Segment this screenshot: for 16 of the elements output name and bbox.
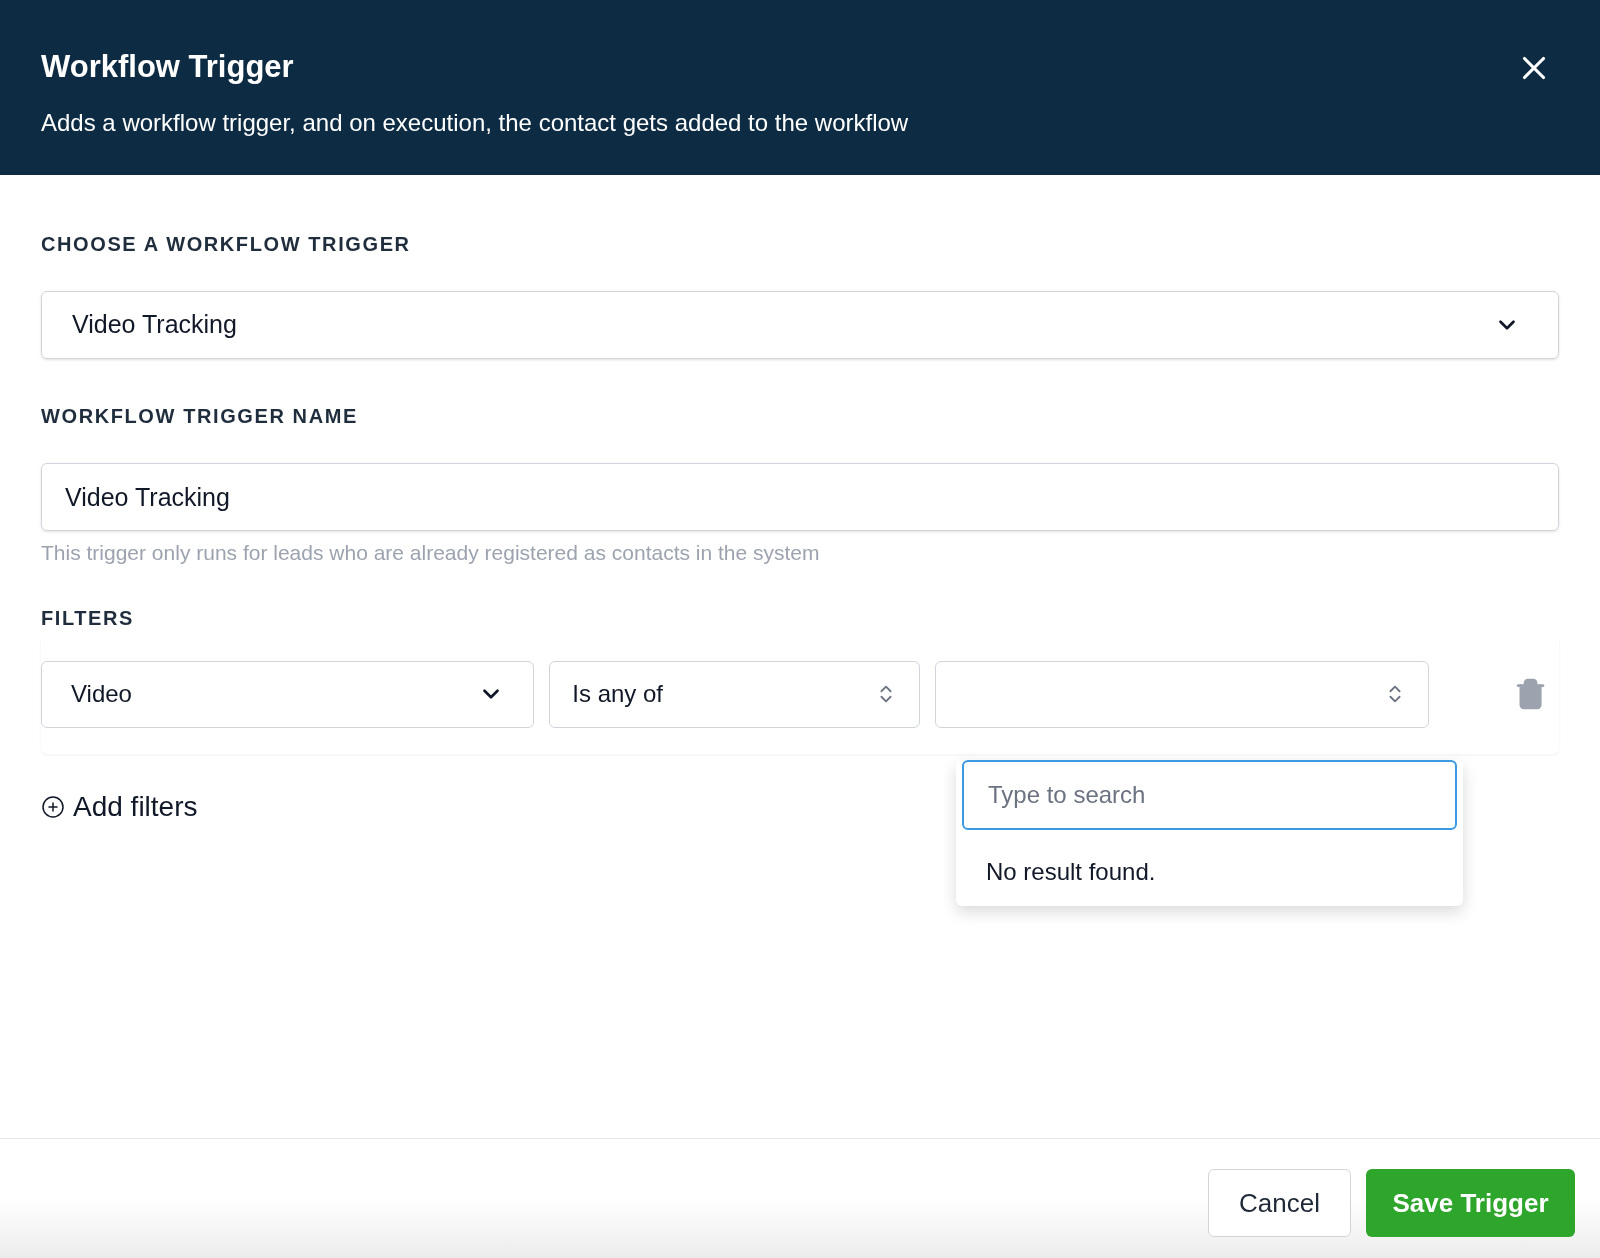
- modal-subtitle: Adds a workflow trigger, and on execution, the contact gets added to the workflow: [41, 107, 909, 138]
- hint-text: This trigger only runs for leads who are already registered as contacts in the system: [41, 540, 820, 566]
- search-field[interactable]: Type to search: [962, 759, 1457, 830]
- trigger-select[interactable]: Video Tracking: [41, 291, 1559, 359]
- plus-circle-icon: [41, 794, 65, 819]
- add-filters-button[interactable]: Add filters: [41, 785, 198, 828]
- operator-select[interactable]: Is any of: [549, 660, 920, 728]
- field-select[interactable]: Video: [41, 660, 535, 728]
- empty-message: No result found.: [986, 856, 1156, 887]
- name-input[interactable]: Video Tracking: [41, 463, 1559, 531]
- values-select[interactable]: [934, 660, 1429, 728]
- section-label: FILTERS: [41, 605, 135, 631]
- cancel-button[interactable]: Cancel: [1208, 1169, 1351, 1237]
- section-label: CHOOSE A WORKFLOW TRIGGER: [41, 232, 411, 257]
- modal-title: Workflow Trigger: [41, 48, 295, 86]
- section-label: WORKFLOW TRIGGER NAME: [41, 404, 358, 429]
